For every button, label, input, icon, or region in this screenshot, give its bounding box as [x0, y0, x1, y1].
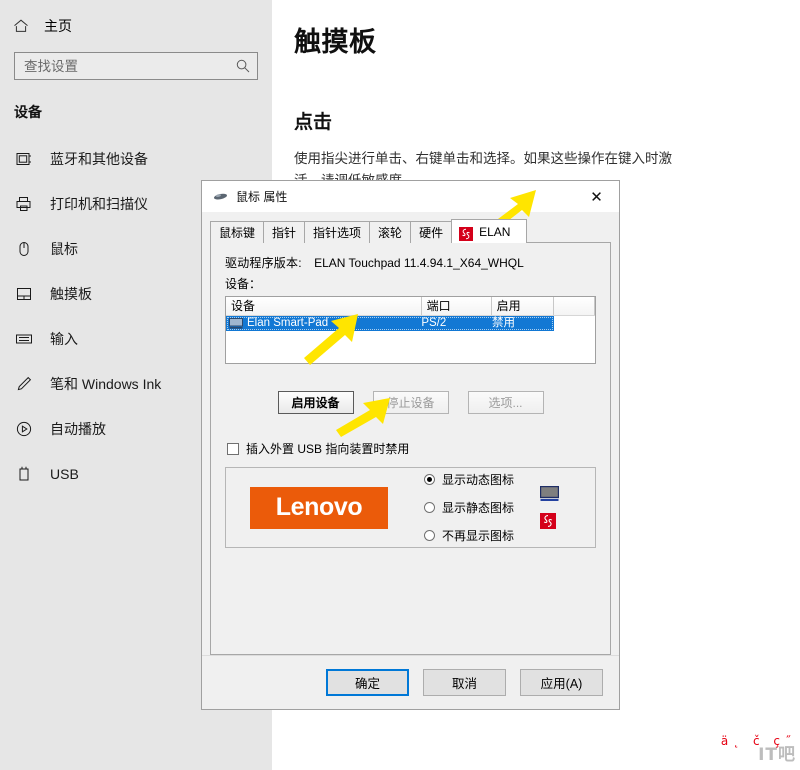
- sidebar-item-label: 蓝牙和其他设备: [50, 150, 148, 167]
- autoplay-icon: [14, 419, 34, 439]
- column-header-port[interactable]: 端口: [421, 297, 492, 315]
- column-header-enabled[interactable]: 启用: [491, 297, 555, 315]
- sidebar-item-label: 笔和 Windows Ink: [50, 375, 162, 392]
- tab-elan[interactable]: ELAN: [451, 219, 528, 243]
- elan-logo-icon: [540, 512, 559, 532]
- driver-version-value: ELAN Touchpad 11.4.94.1_X64_WHQL: [314, 256, 524, 270]
- radio-row-animated-icon[interactable]: 显示动态图标: [424, 471, 514, 488]
- tray-icon-previews: [539, 484, 560, 532]
- sidebar-item-label: USB: [50, 465, 79, 482]
- device-list[interactable]: 设备 端口 启用 Elan Smart-Pad PS/2 禁用: [225, 296, 596, 364]
- touchpad-icon: [14, 284, 34, 304]
- tray-icon-radio-group: 显示动态图标 显示静态图标 不再显示图标: [424, 471, 514, 544]
- cancel-button[interactable]: 取消: [423, 669, 506, 696]
- radio-row-static-icon[interactable]: 显示静态图标: [424, 499, 514, 516]
- radio-static-icon-label: 显示静态图标: [442, 501, 515, 515]
- disable-on-usb-checkbox-row[interactable]: 插入外置 USB 指向装置时禁用: [227, 440, 598, 457]
- page-title: 触摸板: [294, 27, 377, 57]
- dialog-titlebar[interactable]: 鼠标 属性 ✕: [202, 181, 619, 213]
- disable-on-usb-label: 插入外置 USB 指向装置时禁用: [246, 442, 410, 456]
- radio-static-icon[interactable]: [424, 502, 435, 513]
- printer-icon: [14, 194, 34, 214]
- column-header-device[interactable]: 设备: [226, 297, 422, 315]
- device-name: Elan Smart-Pad: [247, 317, 329, 329]
- sidebar-item-label: 输入: [50, 330, 78, 347]
- typing-icon: [14, 329, 34, 349]
- radio-row-no-icon[interactable]: 不再显示图标: [424, 527, 514, 544]
- search-input[interactable]: [24, 58, 235, 74]
- sidebar-item-label: 自动播放: [50, 420, 106, 437]
- tab-wheel[interactable]: 滚轮: [369, 221, 412, 243]
- enable-device-button[interactable]: 启用设备: [277, 391, 354, 414]
- tab-pointers[interactable]: 指针: [263, 221, 306, 243]
- tab-buttons[interactable]: 鼠标键: [210, 221, 265, 243]
- watermark: ä˛ č ç˝ IT吧: [721, 735, 796, 764]
- mouse-properties-dialog: 鼠标 属性 ✕ 鼠标键 指针 指针选项 滚轮 硬件 ELAN 驱动程序版本: E…: [201, 180, 620, 710]
- mouse-icon: [14, 239, 34, 259]
- sidebar-item-label: 打印机和扫描仪: [50, 195, 148, 212]
- table-row[interactable]: Elan Smart-Pad PS/2 禁用: [226, 316, 555, 331]
- sidebar-item-bluetooth[interactable]: 蓝牙和其他设备: [0, 136, 272, 181]
- device-action-buttons: 启用设备 停止设备 选项...: [223, 391, 598, 414]
- sidebar-item-label: 触摸板: [50, 285, 92, 302]
- touchpad-mini-icon: [229, 318, 243, 329]
- section-heading-click: 点击: [294, 112, 333, 133]
- dialog-footer: 确定 取消 应用(A): [202, 655, 619, 709]
- options-button[interactable]: 选项...: [467, 391, 544, 414]
- apply-button[interactable]: 应用(A): [520, 669, 603, 696]
- brand-panel: Lenovo 显示动态图标 显示静态图标 不再显示图标: [225, 467, 596, 548]
- close-icon[interactable]: ✕: [574, 181, 619, 212]
- search-icon[interactable]: [235, 58, 251, 74]
- tab-pointer-options[interactable]: 指针选项: [304, 221, 371, 243]
- radio-no-icon-label: 不再显示图标: [442, 529, 515, 543]
- radio-no-icon[interactable]: [424, 530, 435, 541]
- elan-tab-page: 驱动程序版本: ELAN Touchpad 11.4.94.1_X64_WHQL…: [210, 242, 611, 655]
- ok-button[interactable]: 确定: [326, 669, 409, 696]
- lenovo-logo: Lenovo: [250, 486, 388, 529]
- search-container: [0, 46, 272, 80]
- monitor-icon: [539, 485, 560, 505]
- radio-animated-icon-label: 显示动态图标: [442, 473, 515, 487]
- driver-version-row: 驱动程序版本: ELAN Touchpad 11.4.94.1_X64_WHQL: [225, 254, 598, 271]
- dialog-tabstrip: 鼠标键 指针 指针选项 滚轮 硬件 ELAN: [210, 219, 619, 243]
- pen-icon: [14, 374, 34, 394]
- radio-animated-icon[interactable]: [424, 474, 435, 485]
- sidebar-home-label: 主页: [44, 18, 72, 34]
- sidebar-home-item[interactable]: 主页: [0, 0, 272, 46]
- elan-logo-icon: [459, 225, 474, 241]
- disable-on-usb-checkbox[interactable]: [227, 442, 239, 455]
- bluetooth-devices-icon: [14, 149, 34, 169]
- sidebar-section-title: 设备: [14, 104, 42, 120]
- watermark-gray-text: IT吧: [758, 745, 796, 765]
- column-header-spacer: [554, 297, 595, 315]
- sidebar-item-label: 鼠标: [50, 240, 78, 257]
- device-port: PS/2: [421, 317, 447, 329]
- stop-device-button[interactable]: 停止设备: [372, 391, 449, 414]
- device-enabled-state: 禁用: [491, 317, 515, 329]
- tab-elan-label: ELAN: [479, 224, 511, 239]
- home-icon: [12, 17, 30, 35]
- driver-version-label: 驱动程序版本:: [225, 256, 302, 270]
- device-list-header: 设备 端口 启用: [226, 297, 595, 316]
- usb-icon: [14, 464, 34, 484]
- dialog-title: 鼠标 属性: [236, 190, 288, 204]
- device-row-name-cell: Elan Smart-Pad: [226, 316, 421, 331]
- search-box[interactable]: [14, 52, 258, 80]
- mouse-title-icon: [212, 188, 229, 205]
- tab-hardware[interactable]: 硬件: [410, 221, 453, 243]
- devices-label: 设备：: [225, 277, 262, 291]
